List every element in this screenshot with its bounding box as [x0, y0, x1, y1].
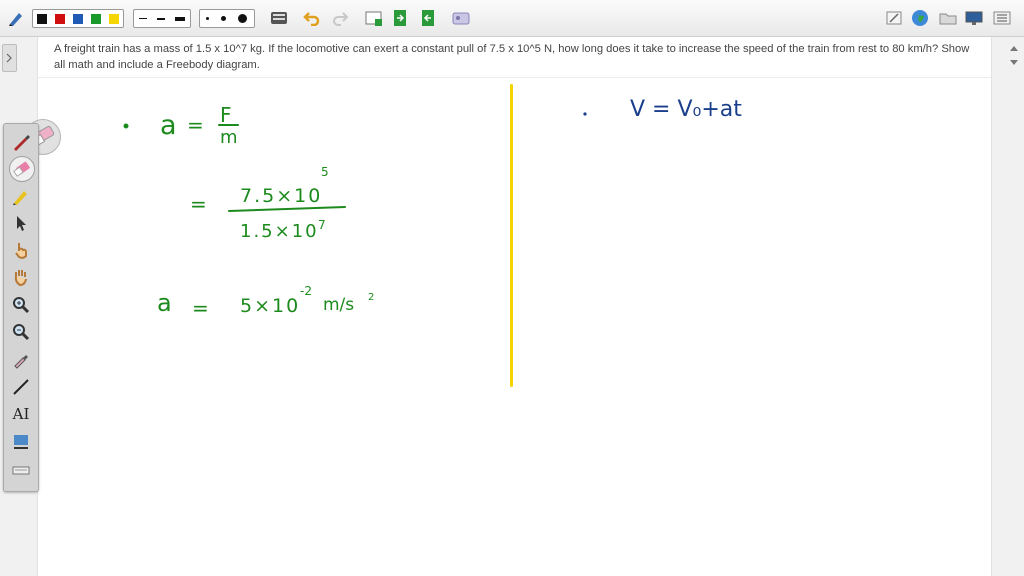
yellow-divider-line [510, 84, 513, 387]
bullet-1 [123, 123, 129, 129]
zoom-in-icon[interactable] [9, 293, 33, 317]
tool-palette: AI [3, 123, 39, 492]
numerator-exponent: 5 [321, 165, 329, 179]
result-value: 5×10 [240, 295, 300, 317]
eyedropper-icon[interactable] [9, 348, 33, 372]
scroll-up-arrow[interactable] [1010, 46, 1018, 51]
scroll-down-arrow[interactable] [1010, 60, 1018, 65]
result-accel-symbol: a [157, 289, 172, 317]
keyboard-tool-icon[interactable] [9, 458, 33, 482]
numerator-value: 7.5×10 [240, 185, 322, 207]
accel-equals: = [187, 113, 204, 137]
denominator-value: 1.5×10 [240, 221, 319, 242]
highlighter-icon[interactable] [9, 184, 33, 208]
vertical-scrollbar[interactable] [1006, 40, 1022, 576]
velocity-formula: V = V₀+at [630, 97, 742, 122]
image-tool-icon[interactable] [9, 430, 33, 454]
pan-hand-icon[interactable] [9, 265, 33, 289]
bullet-2 [583, 112, 587, 116]
mass-symbol: m [220, 127, 238, 148]
subst-equals: = [190, 192, 207, 216]
hand-pointer-icon[interactable] [9, 238, 33, 262]
accel-symbol: a [160, 110, 177, 141]
denominator-exponent: 7 [318, 218, 326, 232]
zoom-out-icon[interactable] [9, 320, 33, 344]
eraser-icon[interactable] [9, 156, 35, 182]
line-icon[interactable] [9, 375, 33, 399]
pointer-icon[interactable] [9, 211, 33, 235]
text-tool-icon[interactable]: AI [9, 402, 33, 426]
result-equals: = [192, 296, 209, 320]
result-unit: m/s [323, 295, 354, 315]
result-exponent: -2 [300, 284, 312, 298]
fraction-bar-2 [228, 206, 346, 212]
force-symbol: F [220, 103, 232, 127]
result-unit-exponent: 2 [368, 292, 374, 303]
pen-icon[interactable] [9, 130, 33, 154]
